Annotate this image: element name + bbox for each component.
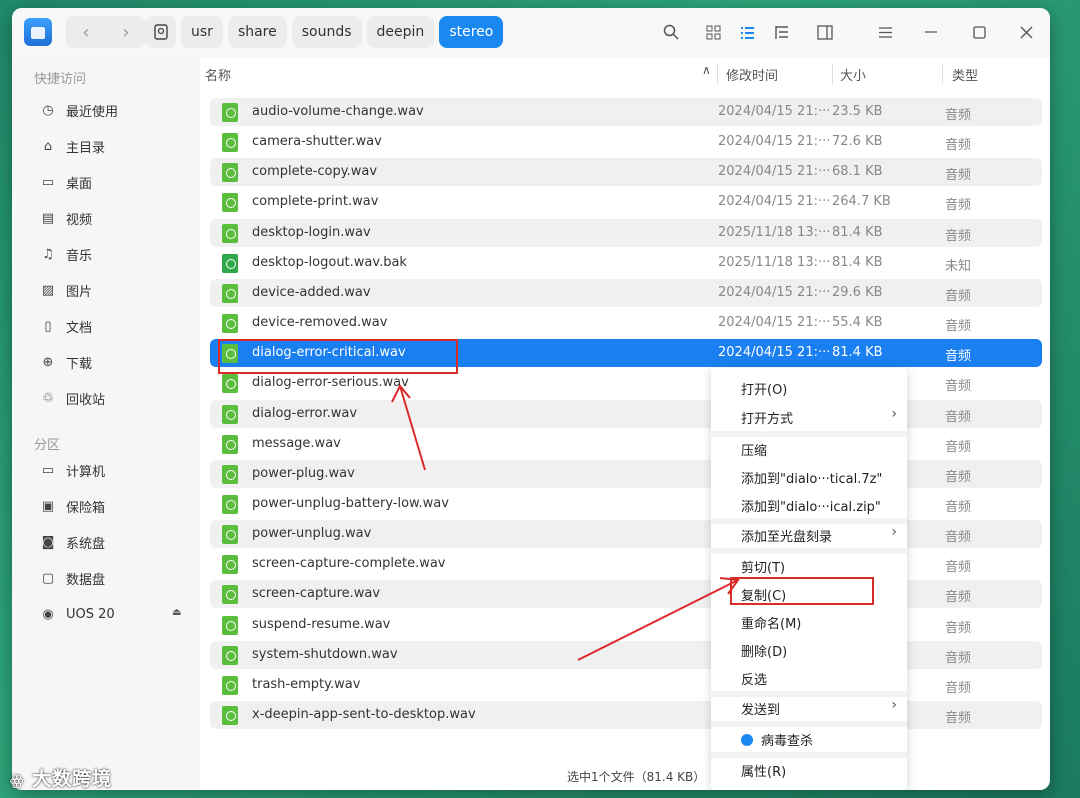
- annotation-arrows: [391, 384, 740, 661]
- weibo-logo-icon: ꙮ: [10, 773, 25, 789]
- watermark-logo: ꙮ 大数跨境: [10, 768, 113, 790]
